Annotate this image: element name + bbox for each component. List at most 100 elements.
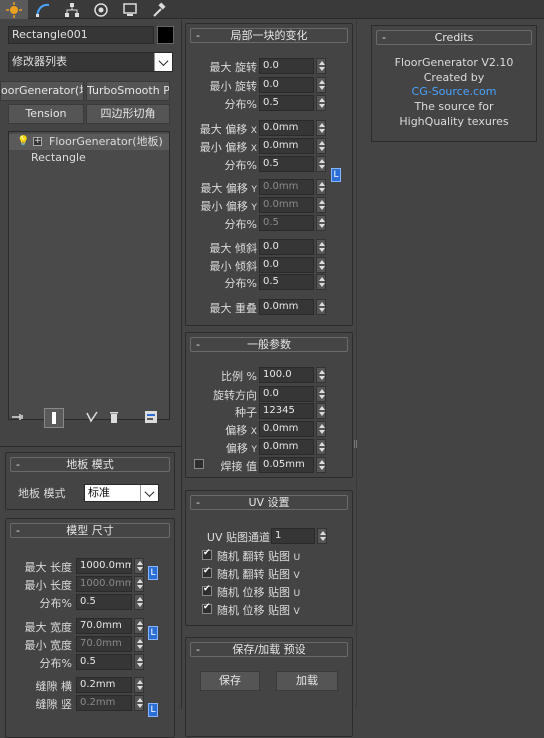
load-preset-button[interactable]: 加载 — [276, 671, 338, 691]
chevron-down-icon[interactable] — [154, 53, 172, 71]
width-lock-button[interactable]: L — [148, 626, 158, 640]
pin-stack-icon[interactable] — [10, 409, 26, 425]
max-offset-y-input[interactable]: 0.0mm — [259, 179, 314, 195]
uv-channel-input[interactable]: 1 — [271, 528, 315, 544]
random-offset-u-checkbox[interactable] — [202, 584, 212, 596]
seed-input[interactable]: 12345 — [259, 403, 314, 419]
turbosmooth-modifier-button[interactable]: TurboSmooth Pro — [86, 81, 170, 101]
object-color-swatch[interactable] — [157, 26, 174, 44]
offset-lock-button[interactable]: L — [331, 168, 341, 182]
remove-modifier-icon[interactable] — [106, 409, 122, 425]
collapse-icon[interactable]: - — [16, 524, 20, 537]
tilt-distribution-input[interactable]: 0.5 — [259, 274, 314, 290]
width-distribution-input[interactable]: 0.5 — [76, 654, 132, 670]
collapse-icon[interactable]: - — [196, 338, 200, 351]
floor-mode-rollout-header[interactable]: - 地板 模式 — [10, 457, 170, 472]
min-width-input[interactable]: 70.0mm — [76, 636, 132, 652]
length-distribution-input[interactable]: 0.5 — [76, 594, 132, 610]
max-width-spinner[interactable] — [134, 618, 144, 634]
min-width-spinner[interactable] — [134, 636, 144, 652]
weld-checkbox[interactable] — [194, 459, 204, 469]
rotation-direction-spinner[interactable] — [316, 386, 326, 402]
max-width-input[interactable]: 70.0mm — [76, 618, 132, 634]
rotation-distribution-input[interactable]: 0.5 — [259, 95, 314, 111]
min-rotation-input[interactable]: 0.0 — [259, 77, 314, 93]
show-end-result-icon[interactable] — [44, 408, 64, 428]
width-distribution-spinner[interactable] — [134, 654, 144, 670]
max-length-spinner[interactable] — [134, 558, 144, 574]
offset-y-input[interactable]: 0.0mm — [259, 439, 314, 455]
column-resize-handle[interactable] — [354, 440, 357, 448]
collapse-icon[interactable]: - — [196, 643, 200, 656]
max-rotation-spinner[interactable] — [316, 58, 326, 74]
collapse-icon[interactable]: - — [382, 31, 386, 44]
credits-link[interactable]: CG-Source.com — [372, 85, 536, 98]
length-lock-button[interactable]: L — [148, 566, 158, 580]
floorgenerator-modifier-button[interactable]: oorGenerator(地板 — [0, 81, 84, 101]
tension-modifier-button[interactable]: Tension — [8, 104, 84, 124]
offset-x-distribution-spinner[interactable] — [316, 156, 326, 172]
stack-item-rectangle[interactable]: Rectangle — [9, 150, 169, 166]
hierarchy-tab[interactable] — [58, 0, 86, 19]
local-variation-rollout-header[interactable]: - 局部一块的变化 — [190, 28, 348, 43]
random-flip-u-checkbox[interactable] — [202, 548, 212, 560]
min-length-spinner[interactable] — [134, 576, 144, 592]
rotation-direction-input[interactable]: 0.0 — [259, 386, 314, 402]
utilities-tab[interactable] — [145, 0, 173, 19]
random-offset-v-checkbox[interactable] — [202, 602, 212, 614]
weld-spinner[interactable] — [316, 457, 326, 473]
max-offset-x-input[interactable]: 0.0mm — [259, 120, 314, 136]
credits-header[interactable]: - Credits — [376, 30, 532, 45]
random-flip-v-checkbox[interactable] — [202, 566, 212, 578]
lightbulb-icon[interactable]: 💡 — [17, 134, 29, 150]
min-offset-x-spinner[interactable] — [316, 138, 326, 154]
model-size-rollout-header[interactable]: - 模型 尺寸 — [10, 523, 170, 538]
max-offset-x-spinner[interactable] — [316, 120, 326, 136]
motion-tab[interactable] — [87, 0, 115, 19]
max-tilt-spinner[interactable] — [316, 239, 326, 255]
rotation-distribution-spinner[interactable] — [316, 95, 326, 111]
max-tilt-input[interactable]: 0.0 — [259, 239, 314, 255]
chevron-down-icon[interactable] — [140, 485, 158, 501]
max-overlap-spinner[interactable] — [316, 299, 326, 315]
scale-spinner[interactable] — [316, 367, 326, 383]
offset-y-distribution-spinner[interactable] — [316, 215, 326, 231]
general-parameters-rollout-header[interactable]: - 一般参数 — [190, 337, 348, 352]
max-length-input[interactable]: 1000.0mm — [76, 558, 132, 574]
min-length-input[interactable]: 1000.0mm — [76, 576, 132, 592]
make-unique-icon[interactable] — [84, 409, 100, 425]
offset-x-spinner[interactable] — [316, 421, 326, 437]
quad-chamfer-modifier-button[interactable]: 四边形切角 — [86, 104, 170, 124]
length-distribution-spinner[interactable] — [134, 594, 144, 610]
weld-input[interactable]: 0.05mm — [259, 457, 314, 473]
collapse-icon[interactable]: - — [196, 29, 200, 42]
min-offset-y-input[interactable]: 0.0mm — [259, 197, 314, 213]
modify-tab[interactable] — [29, 0, 57, 19]
gap-lock-button[interactable]: L — [148, 703, 158, 717]
stack-item-floorgenerator[interactable]: 💡 + FloorGenerator(地板) — [9, 134, 169, 150]
offset-x-input[interactable]: 0.0mm — [259, 421, 314, 437]
min-tilt-input[interactable]: 0.0 — [259, 257, 314, 273]
gap-horizontal-input[interactable]: 0.2mm — [76, 677, 132, 693]
tilt-distribution-spinner[interactable] — [316, 274, 326, 290]
configure-modifier-sets-icon[interactable] — [143, 409, 159, 425]
offset-y-distribution-input[interactable]: 0.5 — [259, 215, 314, 231]
floor-mode-dropdown[interactable]: 标准 — [84, 484, 159, 502]
gap-horizontal-spinner[interactable] — [134, 677, 144, 693]
expand-icon[interactable]: + — [33, 137, 42, 146]
min-offset-x-input[interactable]: 0.0mm — [259, 138, 314, 154]
min-offset-y-spinner[interactable] — [316, 197, 326, 213]
object-name-field[interactable]: Rectangle001 — [8, 26, 154, 44]
max-rotation-input[interactable]: 0.0 — [259, 58, 314, 74]
modifier-list-dropdown[interactable]: 修改器列表 — [8, 52, 173, 72]
preset-rollout-header[interactable]: - 保存/加载 预设 — [190, 642, 348, 657]
max-overlap-input[interactable]: 0.0mm — [259, 299, 314, 315]
create-tab[interactable] — [0, 0, 28, 19]
offset-y-spinner[interactable] — [316, 439, 326, 455]
seed-spinner[interactable] — [316, 403, 326, 419]
uv-settings-rollout-header[interactable]: - UV 设置 — [190, 495, 348, 510]
min-rotation-spinner[interactable] — [316, 77, 326, 93]
min-tilt-spinner[interactable] — [316, 257, 326, 273]
max-offset-y-spinner[interactable] — [316, 179, 326, 195]
collapse-icon[interactable]: - — [196, 496, 200, 509]
